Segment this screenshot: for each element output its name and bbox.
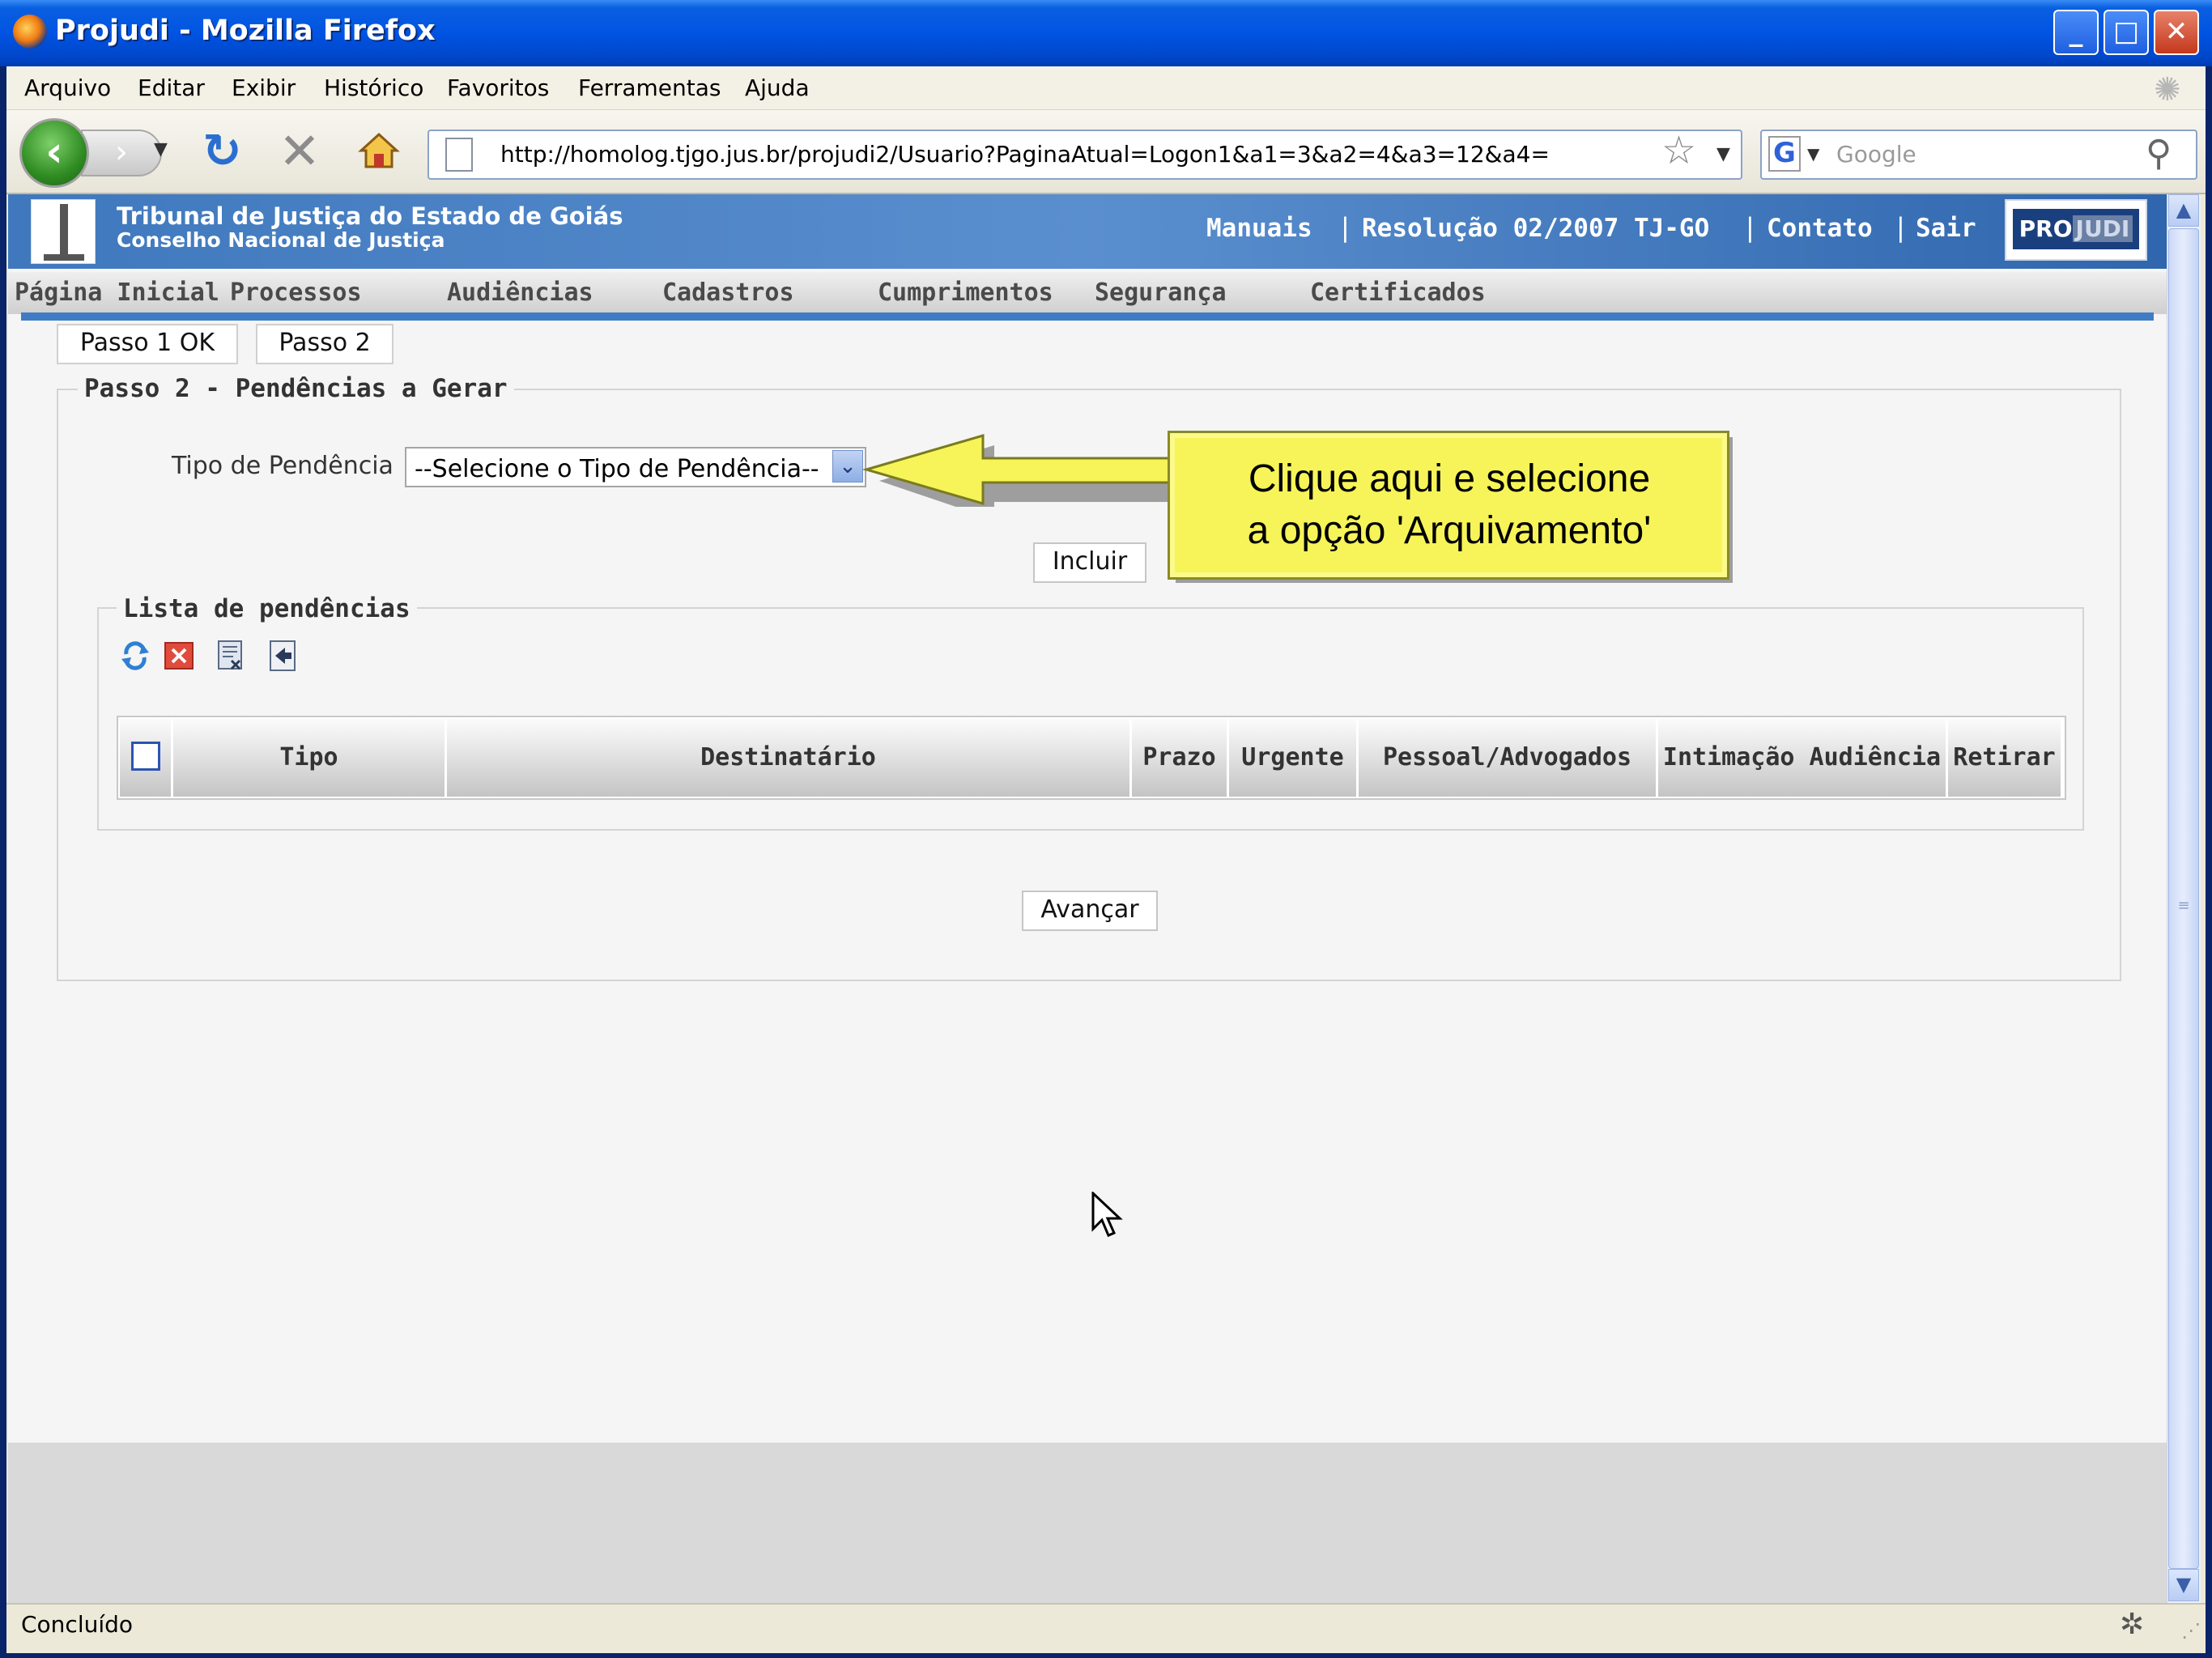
table-header-destinatario[interactable]: Destinatário <box>447 719 1132 797</box>
history-dropdown-icon[interactable]: ▼ <box>154 139 168 159</box>
window-title: Projudi - Mozilla Firefox <box>55 15 436 47</box>
menu-historico[interactable]: Histórico <box>324 74 423 101</box>
menu-exibir[interactable]: Exibir <box>232 74 296 101</box>
scroll-down-icon[interactable]: ▼ <box>2168 1569 2199 1601</box>
resize-grip-icon[interactable]: ⋰ <box>2181 1619 2201 1642</box>
callout-line-1: Clique aqui e selecione <box>1248 457 1651 500</box>
callout-arrow <box>861 434 1185 507</box>
link-sair[interactable]: Sair <box>1916 214 1976 243</box>
stop-icon[interactable]: ✕ <box>279 121 321 181</box>
link-contato[interactable]: Contato <box>1767 214 1873 243</box>
header-separator: | <box>1341 212 1350 243</box>
menu-cumprimentos[interactable]: Cumprimentos <box>878 278 1053 307</box>
avancar-button[interactable]: Avançar <box>1022 891 1158 931</box>
page-icon <box>445 138 473 172</box>
pendencias-legend: Passo 2 - Pendências a Gerar <box>78 374 514 403</box>
tj-logo-column <box>60 204 68 257</box>
link-manuais[interactable]: Manuais <box>1206 214 1312 243</box>
menu-favoritos[interactable]: Favoritos <box>447 74 549 101</box>
insert-icon[interactable] <box>267 640 298 672</box>
menu-pagina-inicial[interactable]: Página Inicial <box>15 278 219 307</box>
menu-cadastros[interactable]: Cadastros <box>662 278 794 307</box>
menu-processos[interactable]: Processos <box>230 278 362 307</box>
projudi-logo-text: PRO JUDI <box>2013 209 2139 249</box>
court-name: Tribunal de Justiça do Estado de Goiás <box>117 202 623 230</box>
header-separator: | <box>1896 212 1905 243</box>
close-button[interactable]: ✕ <box>2154 10 2199 55</box>
back-button[interactable]: ‹ <box>19 118 89 188</box>
main-menu-underline <box>21 312 2154 321</box>
scroll-up-icon[interactable]: ▲ <box>2168 194 2199 227</box>
status-bar <box>6 1603 2206 1648</box>
tj-logo-base <box>44 254 84 261</box>
minimize-button[interactable]: _ <box>2053 10 2099 55</box>
menu-ferramentas[interactable]: Ferramentas <box>578 74 721 101</box>
refresh-icon[interactable] <box>120 640 151 672</box>
bookmark-star-icon[interactable]: ☆ <box>1661 128 1696 173</box>
google-search-engine-icon[interactable]: G <box>1768 136 1801 172</box>
firebug-icon[interactable]: ✲ <box>2120 1608 2144 1641</box>
search-box[interactable] <box>1760 130 2197 180</box>
table-header-prazo[interactable]: Prazo <box>1132 719 1229 797</box>
callout-line-2: a opção 'Arquivamento' <box>1247 509 1652 552</box>
status-text: Concluído <box>21 1611 134 1638</box>
page-bottom-area <box>8 1443 2167 1603</box>
delete-icon[interactable] <box>164 640 194 672</box>
search-engine-dropdown-icon[interactable]: ▼ <box>1807 144 1819 164</box>
table-header-intimacao-audiencia[interactable]: Intimação Audiência <box>1658 719 1948 797</box>
clear-icon[interactable] <box>215 640 246 672</box>
reload-icon[interactable]: ↻ <box>202 123 242 178</box>
table-header-tipo[interactable]: Tipo <box>173 719 447 797</box>
tab-passo-1[interactable]: Passo 1 OK <box>57 324 238 364</box>
home-icon[interactable] <box>358 131 400 170</box>
header-separator: | <box>1746 212 1755 243</box>
incluir-button[interactable]: Incluir <box>1033 542 1146 583</box>
link-resolucao[interactable]: Resolução 02/2007 TJ-GO <box>1362 214 1709 243</box>
tab-passo-2[interactable]: Passo 2 <box>256 324 393 364</box>
menu-seguranca[interactable]: Segurança <box>1095 278 1227 307</box>
search-input[interactable]: Google <box>1836 141 1916 168</box>
menu-arquivo[interactable]: Arquivo <box>24 74 111 101</box>
table-header-urgente[interactable]: Urgente <box>1229 719 1359 797</box>
url-text[interactable]: http://homolog.tjgo.jus.br/projudi2/Usua… <box>500 141 1550 168</box>
forward-button[interactable]: › <box>81 130 162 176</box>
firefox-icon <box>13 15 47 49</box>
tipo-pendencia-label: Tipo de Pendência <box>172 452 393 480</box>
url-dropdown-icon[interactable]: ▼ <box>1716 144 1730 164</box>
council-name: Conselho Nacional de Justiça <box>117 228 445 252</box>
scroll-grip-icon: ≡ <box>2177 897 2190 914</box>
menu-editar[interactable]: Editar <box>138 74 205 101</box>
tipo-pendencia-selected-value[interactable]: --Selecione o Tipo de Pendência-- <box>415 455 819 483</box>
lista-pendencias-legend: Lista de pendências <box>117 594 417 623</box>
menu-ajuda[interactable]: Ajuda <box>745 74 810 101</box>
table-header-pessoal-advogados[interactable]: Pessoal/Advogados <box>1359 719 1658 797</box>
select-all-checkbox[interactable] <box>131 742 160 771</box>
throbber-icon: ✺ <box>2154 71 2181 108</box>
chevron-down-icon[interactable]: ⌄ <box>832 450 863 483</box>
table-header-retirar[interactable]: Retirar <box>1948 719 2063 797</box>
maximize-button[interactable]: □ <box>2104 10 2149 55</box>
menu-certificados[interactable]: Certificados <box>1310 278 1486 307</box>
menu-audiencias[interactable]: Audiências <box>447 278 593 307</box>
mouse-cursor-icon <box>1091 1192 1123 1237</box>
callout-text: Clique aqui e selecione a opção 'Arquiva… <box>1182 453 1716 557</box>
magnifier-icon[interactable]: ⚲ <box>2146 133 2172 174</box>
